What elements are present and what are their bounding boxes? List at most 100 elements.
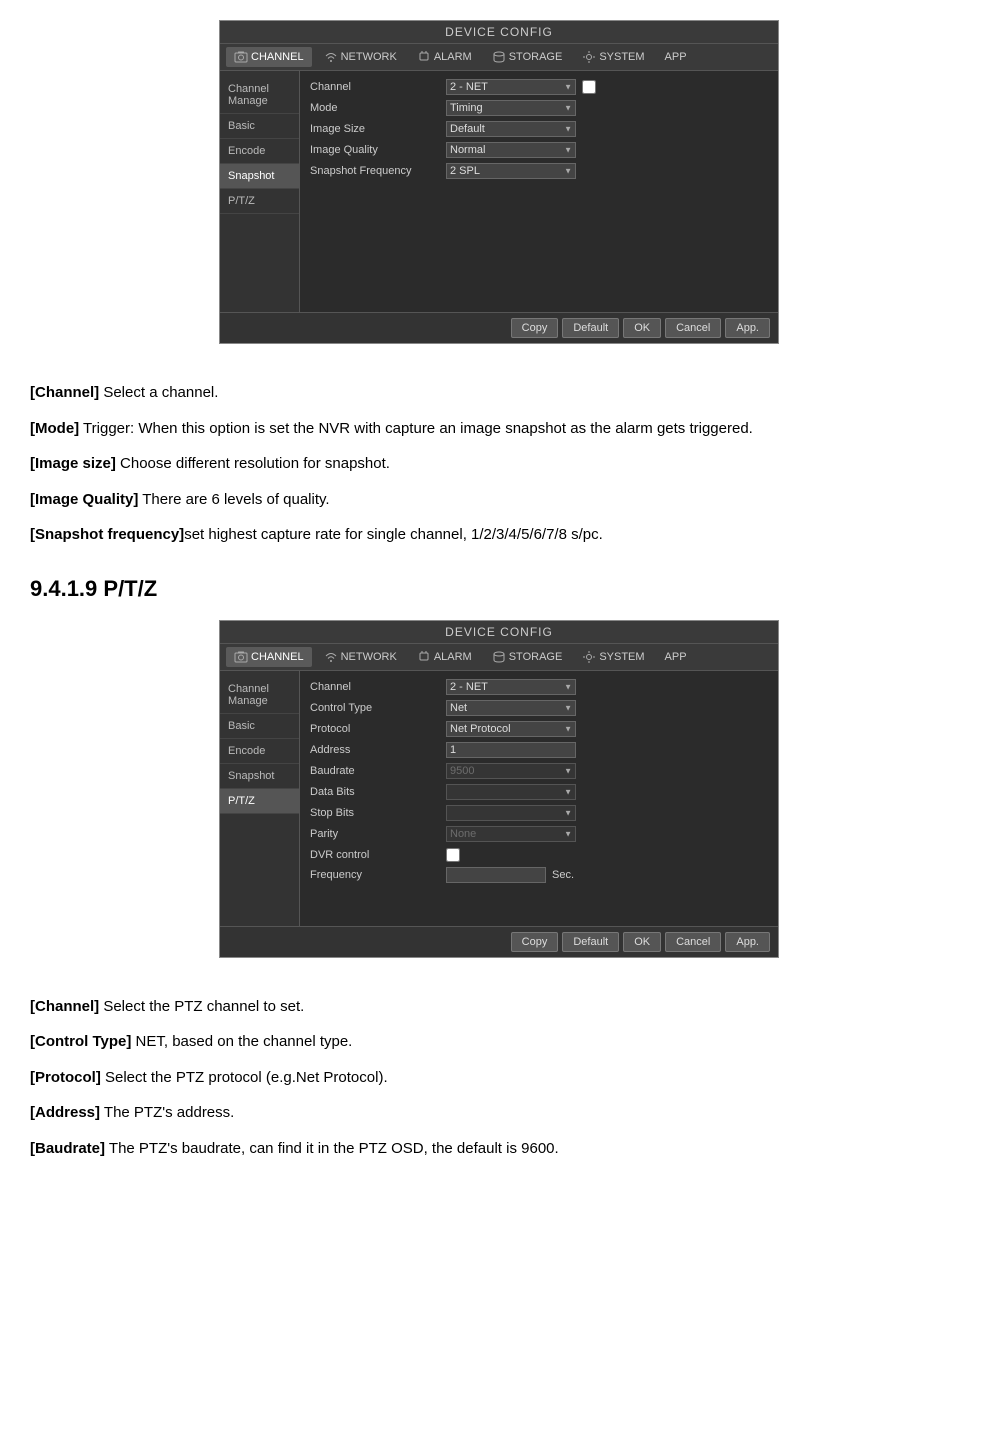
data-bits-select[interactable] <box>446 784 576 800</box>
panel-footer-1: Copy Default OK Cancel App. <box>220 312 778 343</box>
snapshot-freq-select[interactable]: 2 SPL <box>446 163 576 179</box>
baudrate-select[interactable]: 9500 <box>446 763 576 779</box>
system-icon-2 <box>582 650 596 664</box>
frequency-input[interactable] <box>446 867 546 883</box>
ptz-panel-container: DEVICE CONFIG CHANNEL NETWORK <box>30 620 968 978</box>
dvr-control-checkbox[interactable] <box>446 848 460 862</box>
data-bits-label: Data Bits <box>310 786 440 798</box>
sidebar-channel-manage-1[interactable]: Channel Manage <box>220 77 299 114</box>
device-config-panel-1: DEVICE CONFIG CHANNEL NETWORK <box>219 20 779 344</box>
panel-nav-1: CHANNEL NETWORK ALARM <box>220 44 778 71</box>
stop-bits-select[interactable] <box>446 805 576 821</box>
address-label: Address <box>310 744 440 756</box>
nav-network-2[interactable]: NETWORK <box>316 647 405 667</box>
sidebar-encode-1[interactable]: Encode <box>220 139 299 164</box>
sidebar-ptz-2[interactable]: P/T/Z <box>220 789 299 814</box>
ok-btn-1[interactable]: OK <box>623 318 661 338</box>
image-size-term: [Image size] <box>30 455 116 472</box>
field-row-baudrate: Baudrate 9500 <box>310 763 768 779</box>
ptz-control-type-term: [Control Type] <box>30 1033 131 1050</box>
copy-btn-2[interactable]: Copy <box>511 932 559 952</box>
nav-alarm-2[interactable]: ALARM <box>409 647 480 667</box>
nav-storage-1[interactable]: STORAGE <box>484 47 571 67</box>
parity-select[interactable]: None <box>446 826 576 842</box>
protocol-label: Protocol <box>310 723 440 735</box>
snapshot-freq-select-wrapper: 2 SPL <box>446 163 576 179</box>
nav-network-1[interactable]: NETWORK <box>316 47 405 67</box>
sidebar-channel-manage-2[interactable]: Channel Manage <box>220 677 299 714</box>
channel-label-2: Channel <box>310 681 440 693</box>
ptz-baudrate-desc: [Baudrate] The PTZ's baudrate, can find … <box>30 1136 968 1162</box>
image-quality-term: [Image Quality] <box>30 491 138 508</box>
image-size-select[interactable]: Default <box>446 121 576 137</box>
control-type-select[interactable]: Net <box>446 700 576 716</box>
nav-app-1[interactable]: APP <box>657 48 695 66</box>
image-quality-select[interactable]: Normal <box>446 142 576 158</box>
cancel-btn-2[interactable]: Cancel <box>665 932 721 952</box>
field-row-frequency: Frequency Sec. <box>310 867 768 883</box>
ptz-address-term: [Address] <box>30 1104 100 1121</box>
image-quality-desc: [Image Quality] There are 6 levels of qu… <box>30 487 968 513</box>
channel-select-wrapper-1: 2 - NET <box>446 79 576 95</box>
control-type-select-wrapper: Net <box>446 700 576 716</box>
frequency-sec-label: Sec. <box>552 869 574 881</box>
parity-label: Parity <box>310 828 440 840</box>
nav-storage-2[interactable]: STORAGE <box>484 647 571 667</box>
field-row-mode: Mode Timing <box>310 100 768 116</box>
protocol-select-wrapper: Net Protocol <box>446 721 576 737</box>
sidebar-snapshot-2[interactable]: Snapshot <box>220 764 299 789</box>
nav-app-2[interactable]: APP <box>657 648 695 666</box>
sidebar-basic-2[interactable]: Basic <box>220 714 299 739</box>
mode-desc: [Mode] Trigger: When this option is set … <box>30 416 968 442</box>
field-row-channel-1: Channel 2 - NET <box>310 79 768 95</box>
field-row-dvr-control: DVR control <box>310 848 768 862</box>
sidebar-snapshot-1[interactable]: Snapshot <box>220 164 299 189</box>
nav-alarm-1[interactable]: ALARM <box>409 47 480 67</box>
ptz-address-desc: [Address] The PTZ's address. <box>30 1100 968 1126</box>
ptz-protocol-desc: [Protocol] Select the PTZ protocol (e.g.… <box>30 1065 968 1091</box>
control-type-label: Control Type <box>310 702 440 714</box>
sidebar-2: Channel Manage Basic Encode Snapshot P/T… <box>220 671 300 926</box>
field-row-image-quality: Image Quality Normal <box>310 142 768 158</box>
address-input[interactable] <box>446 742 576 758</box>
baudrate-select-wrapper: 9500 <box>446 763 576 779</box>
stop-bits-label: Stop Bits <box>310 807 440 819</box>
field-row-parity: Parity None <box>310 826 768 842</box>
channel-select-1[interactable]: 2 - NET <box>446 79 576 95</box>
ok-btn-2[interactable]: OK <box>623 932 661 952</box>
app-btn-2[interactable]: App. <box>725 932 770 952</box>
wifi-icon-2 <box>324 650 338 664</box>
ptz-control-type-desc: [Control Type] NET, based on the channel… <box>30 1029 968 1055</box>
main-content-1: Channel 2 - NET Mode Timing <box>300 71 778 312</box>
copy-btn-1[interactable]: Copy <box>511 318 559 338</box>
field-row-address: Address <box>310 742 768 758</box>
parity-select-wrapper: None <box>446 826 576 842</box>
field-row-protocol: Protocol Net Protocol <box>310 721 768 737</box>
nav-system-2[interactable]: SYSTEM <box>574 647 652 667</box>
ptz-channel-term: [Channel] <box>30 998 99 1015</box>
nav-channel-2[interactable]: CHANNEL <box>226 647 312 667</box>
snapshot-panel-container: DEVICE CONFIG CHANNEL NETWORK <box>30 20 968 364</box>
default-btn-2[interactable]: Default <box>562 932 619 952</box>
camera-icon-2 <box>234 650 248 664</box>
channel-select-2[interactable]: 2 - NET <box>446 679 576 695</box>
mode-select[interactable]: Timing <box>446 100 576 116</box>
protocol-select[interactable]: Net Protocol <box>446 721 576 737</box>
storage-icon-2 <box>492 650 506 664</box>
sidebar-encode-2[interactable]: Encode <box>220 739 299 764</box>
main-content-2: Channel 2 - NET Control Type Net <box>300 671 778 926</box>
panel-body-2: Channel Manage Basic Encode Snapshot P/T… <box>220 671 778 926</box>
default-btn-1[interactable]: Default <box>562 318 619 338</box>
cancel-btn-1[interactable]: Cancel <box>665 318 721 338</box>
channel-checkbox-1[interactable] <box>582 80 596 94</box>
image-quality-label: Image Quality <box>310 144 440 156</box>
snapshot-freq-label: Snapshot Frequency <box>310 165 440 177</box>
app-btn-1[interactable]: App. <box>725 318 770 338</box>
image-size-desc: [Image size] Choose different resolution… <box>30 451 968 477</box>
sidebar-basic-1[interactable]: Basic <box>220 114 299 139</box>
field-row-stop-bits: Stop Bits <box>310 805 768 821</box>
sidebar-ptz-1[interactable]: P/T/Z <box>220 189 299 214</box>
nav-channel-1[interactable]: CHANNEL <box>226 47 312 67</box>
alarm-icon <box>417 50 431 64</box>
nav-system-1[interactable]: SYSTEM <box>574 47 652 67</box>
